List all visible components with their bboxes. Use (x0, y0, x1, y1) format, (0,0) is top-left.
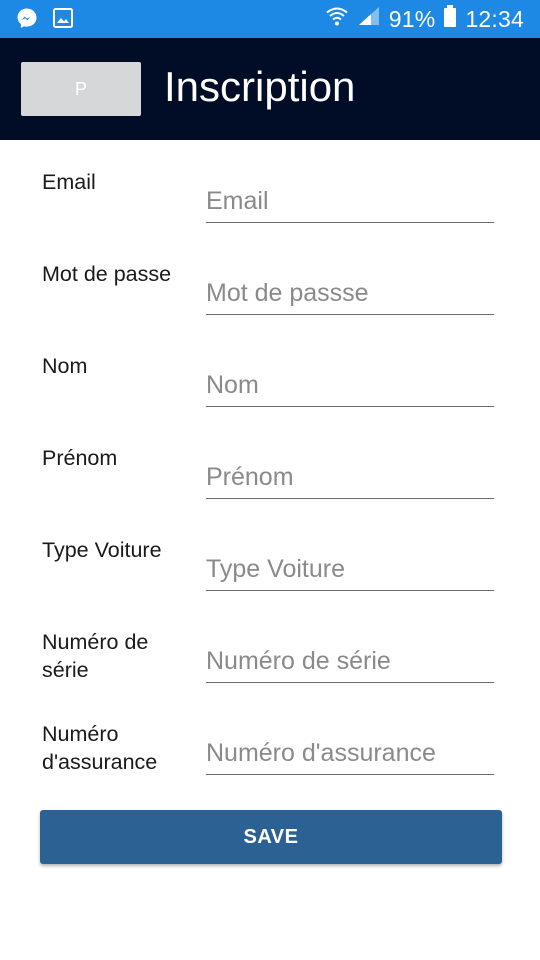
firstname-field[interactable] (206, 456, 494, 499)
password-label: Mot de passe (42, 262, 172, 286)
status-bar: 91% 12:34 (0, 0, 540, 38)
firstname-row: Prénom (0, 444, 540, 536)
save-button[interactable]: SAVE (40, 810, 502, 864)
logo-button[interactable]: P (21, 62, 141, 116)
serial-number-label: Numéro de série (42, 630, 149, 682)
wifi-icon (325, 5, 349, 33)
password-row: Mot de passe (0, 260, 540, 352)
clock: 12:34 (465, 5, 524, 32)
page-title: Inscription (164, 63, 356, 110)
car-type-row: Type Voiture (0, 536, 540, 628)
insurance-number-label: Numéro d'assurance (42, 722, 158, 774)
battery-level: 91% (388, 5, 436, 32)
email-label: Email (42, 170, 96, 194)
logo-text: P (74, 78, 87, 99)
serial-number-row: Numéro de série (0, 628, 540, 720)
image-icon (52, 7, 74, 29)
firstname-label: Prénom (42, 446, 118, 470)
password-field[interactable] (206, 272, 494, 315)
messenger-icon (16, 7, 38, 29)
signal-icon (357, 5, 381, 33)
insurance-number-row: Numéro d'assurance (0, 720, 540, 812)
lastname-row: Nom (0, 352, 540, 444)
email-field[interactable] (206, 180, 494, 223)
battery-icon (443, 4, 457, 34)
serial-number-field[interactable] (206, 640, 494, 683)
car-type-field[interactable] (206, 548, 494, 591)
email-row: Email (0, 168, 540, 260)
car-type-label: Type Voiture (42, 538, 162, 562)
lastname-label: Nom (42, 354, 88, 378)
app-bar: P Inscription (0, 38, 540, 140)
insurance-number-field[interactable] (206, 732, 494, 775)
lastname-field[interactable] (206, 364, 494, 407)
